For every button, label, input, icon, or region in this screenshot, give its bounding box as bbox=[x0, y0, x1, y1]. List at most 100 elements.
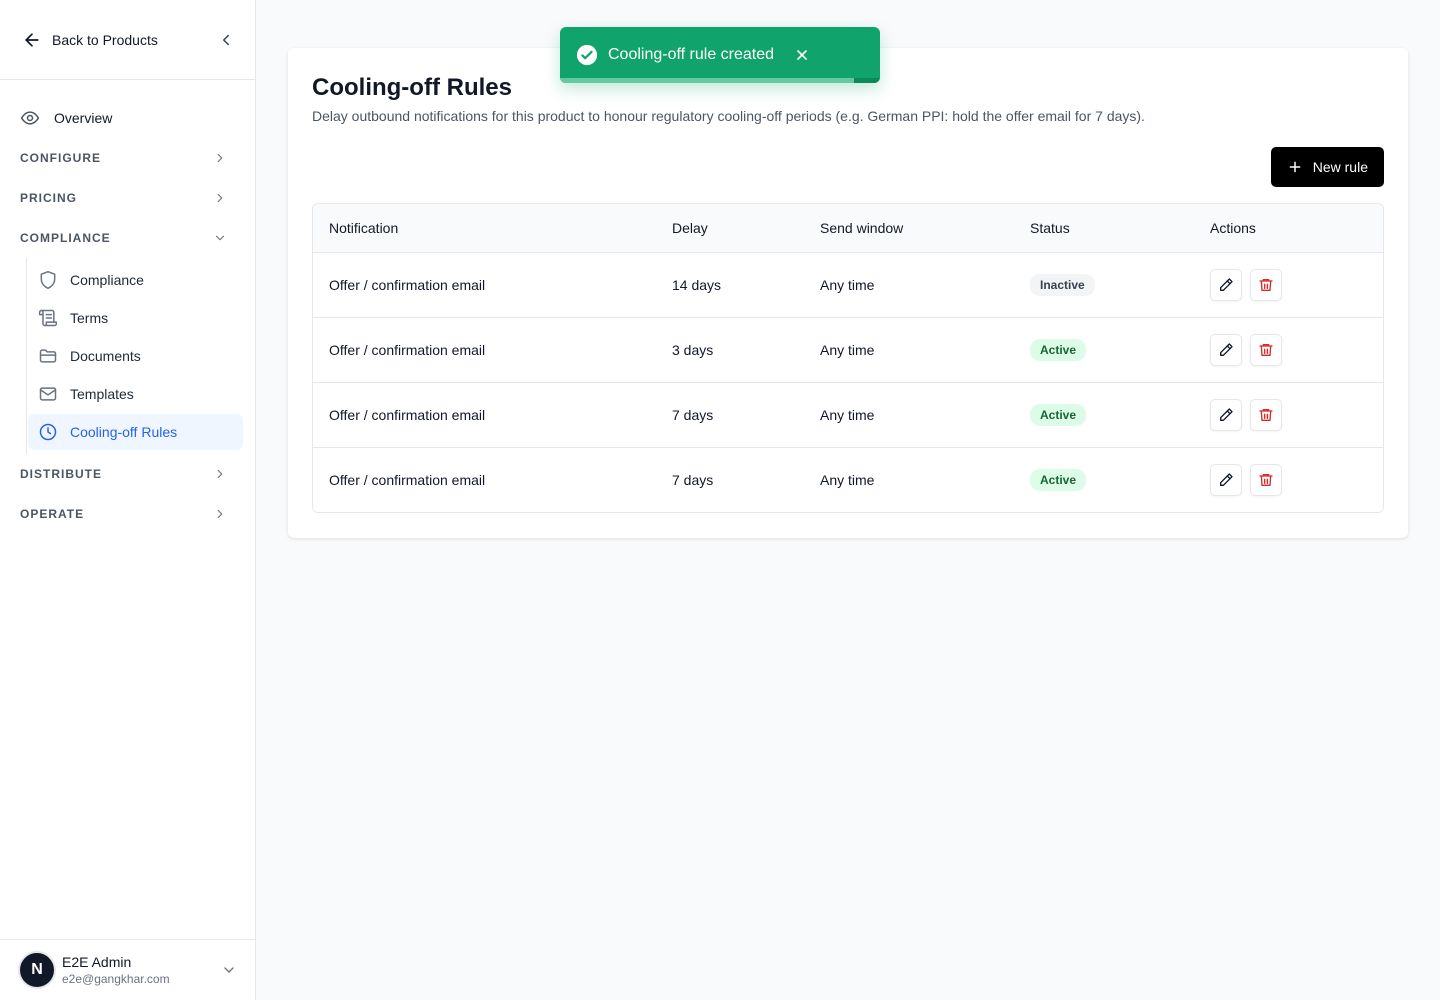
cooling-off-rules-card: Cooling-off Rules Delay outbound notific… bbox=[288, 48, 1408, 538]
nav-group-label: OPERATE bbox=[20, 507, 85, 521]
check-circle-icon bbox=[576, 44, 598, 66]
edit-button[interactable] bbox=[1210, 333, 1242, 366]
scroll-icon bbox=[38, 309, 58, 327]
edit-button[interactable] bbox=[1210, 268, 1242, 301]
sidebar-item-label: Terms bbox=[70, 310, 109, 326]
sidebar-item-label: Compliance bbox=[70, 272, 144, 288]
new-rule-label: New rule bbox=[1312, 159, 1368, 175]
cell-status: Inactive bbox=[1014, 252, 1194, 318]
status-badge: Active bbox=[1030, 468, 1087, 491]
delete-button[interactable] bbox=[1250, 268, 1282, 301]
pencil-icon bbox=[1220, 407, 1233, 421]
status-badge: Active bbox=[1030, 403, 1087, 426]
folder-icon bbox=[39, 349, 57, 363]
nav-group-compliance[interactable]: COMPLIANCE bbox=[0, 218, 255, 258]
cell-send-window: Any time bbox=[804, 382, 1014, 448]
status-badge: Active bbox=[1030, 338, 1087, 361]
delete-button[interactable] bbox=[1250, 333, 1282, 366]
column-header-actions: Actions bbox=[1194, 204, 1383, 253]
cell-actions bbox=[1194, 447, 1383, 512]
cell-delay: 3 days bbox=[656, 317, 804, 383]
nav-group-operate[interactable]: OPERATE bbox=[0, 494, 255, 534]
cell-status: Active bbox=[1014, 317, 1194, 383]
chevron-down-icon bbox=[213, 231, 227, 245]
nav-group-label: COMPLIANCE bbox=[20, 231, 111, 245]
nav-group-label: PRICING bbox=[20, 191, 78, 205]
toast-close-button[interactable] bbox=[794, 47, 810, 63]
column-header-delay: Delay bbox=[656, 204, 804, 253]
edit-button[interactable] bbox=[1210, 398, 1242, 431]
chevron-right-icon bbox=[213, 467, 227, 481]
cell-status: Active bbox=[1014, 382, 1194, 448]
sidebar-item-label: Overview bbox=[54, 110, 113, 126]
sidebar-item-overview[interactable]: Overview bbox=[0, 98, 255, 138]
mail-icon bbox=[39, 387, 57, 401]
cell-delay: 14 days bbox=[656, 252, 804, 318]
cell-delay: 7 days bbox=[656, 382, 804, 448]
pencil-icon bbox=[1220, 277, 1233, 291]
trash-icon bbox=[1259, 408, 1273, 421]
column-header-send-window: Send window bbox=[804, 204, 1014, 253]
sidebar-item-compliance[interactable]: Compliance bbox=[28, 262, 243, 298]
sidebar-item-terms[interactable]: Terms bbox=[28, 300, 243, 336]
table-row: Offer / confirmation email 14 days Any t… bbox=[313, 252, 1383, 318]
clock-icon bbox=[39, 423, 57, 441]
chevron-right-icon bbox=[213, 151, 227, 165]
delete-button[interactable] bbox=[1250, 463, 1282, 496]
eye-icon bbox=[20, 111, 40, 125]
back-to-products-link[interactable]: Back to Products bbox=[22, 30, 158, 50]
nav-group-pricing[interactable]: PRICING bbox=[0, 178, 255, 218]
sidebar-item-label: Documents bbox=[70, 348, 141, 364]
back-row: Back to Products bbox=[0, 0, 255, 80]
page-description: Delay outbound notifications for this pr… bbox=[312, 108, 1145, 124]
table-row: Offer / confirmation email 7 days Any ti… bbox=[313, 447, 1383, 512]
nav-group-label: DISTRIBUTE bbox=[20, 467, 102, 481]
chevron-right-icon bbox=[213, 191, 227, 205]
cell-notification: Offer / confirmation email bbox=[313, 382, 656, 448]
arrow-left-icon bbox=[25, 32, 39, 47]
table-row: Offer / confirmation email 7 days Any ti… bbox=[313, 382, 1383, 448]
close-icon bbox=[797, 50, 807, 60]
cell-actions bbox=[1194, 382, 1383, 448]
cell-notification: Offer / confirmation email bbox=[313, 317, 656, 383]
user-menu[interactable]: N E2E Admin e2e@gangkhar.com bbox=[0, 939, 255, 1000]
collapse-sidebar-button[interactable] bbox=[217, 31, 235, 49]
table-row: Offer / confirmation email 3 days Any ti… bbox=[313, 317, 1383, 383]
nav-group-label: CONFIGURE bbox=[20, 151, 101, 165]
trash-icon bbox=[1259, 278, 1273, 291]
cell-actions bbox=[1194, 317, 1383, 383]
column-header-status: Status bbox=[1014, 204, 1194, 253]
column-header-notification: Notification bbox=[313, 204, 656, 253]
edit-button[interactable] bbox=[1210, 463, 1242, 496]
new-rule-button[interactable]: New rule bbox=[1270, 147, 1384, 187]
plus-icon bbox=[1289, 161, 1301, 173]
cell-status: Active bbox=[1014, 447, 1194, 512]
toast-progress-bar bbox=[560, 78, 855, 83]
nav-group-configure[interactable]: CONFIGURE bbox=[0, 138, 255, 178]
nav-group-distribute[interactable]: DISTRIBUTE bbox=[0, 454, 255, 494]
avatar: N bbox=[18, 951, 56, 989]
cell-send-window: Any time bbox=[820, 471, 875, 488]
sidebar-nav: Overview CONFIGURE PRICING COMPLIANCE Co… bbox=[0, 80, 255, 534]
user-name: E2E Admin bbox=[62, 954, 132, 970]
sidebar: Back to Products Overview CONFIGURE PRIC… bbox=[0, 0, 256, 1000]
chevron-right-icon bbox=[213, 507, 227, 521]
compliance-sub-list: Compliance Terms Documents Templates Coo… bbox=[26, 258, 255, 454]
rules-table: Notification Delay Send window Status Ac… bbox=[312, 203, 1384, 513]
sidebar-item-templates[interactable]: Templates bbox=[28, 376, 243, 412]
cell-delay: 7 days bbox=[672, 471, 714, 488]
cell-actions bbox=[1194, 252, 1383, 318]
cell-notification: Offer / confirmation email bbox=[329, 471, 486, 488]
success-toast: Cooling-off rule created bbox=[560, 27, 880, 83]
pencil-icon bbox=[1220, 342, 1233, 356]
cell-notification: Offer / confirmation email bbox=[313, 252, 656, 318]
sidebar-item-label: Templates bbox=[70, 386, 134, 402]
sidebar-item-documents[interactable]: Documents bbox=[28, 338, 243, 374]
toolbar: New rule bbox=[312, 147, 1384, 187]
delete-button[interactable] bbox=[1250, 398, 1282, 431]
trash-icon bbox=[1259, 343, 1273, 356]
back-to-products-label: Back to Products bbox=[52, 31, 158, 48]
status-badge: Inactive bbox=[1030, 273, 1095, 296]
sidebar-item-cooling-off-rules[interactable]: Cooling-off Rules bbox=[28, 414, 243, 450]
toast-message: Cooling-off rule created bbox=[608, 46, 775, 63]
